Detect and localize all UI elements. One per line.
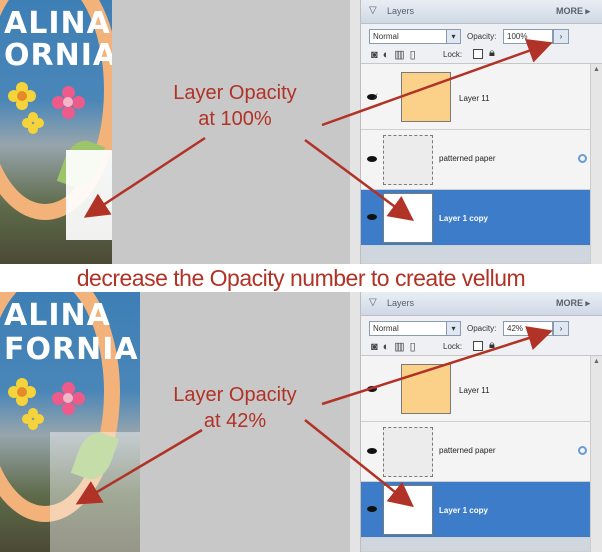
- layer-row-layer-11[interactable]: ⁄ Layer 11: [361, 64, 601, 130]
- lock-label: Lock:: [443, 342, 463, 351]
- opacity-slider-button[interactable]: ›: [553, 29, 569, 44]
- document-canvas: ALINA ORNIA: [0, 0, 360, 264]
- opacity-input[interactable]: 42%: [503, 321, 553, 336]
- gear-icon[interactable]: [578, 154, 587, 163]
- layers-panel: ▽ Layers MORE ▸ Normal ▾ Opacity: 42% › …: [360, 292, 602, 552]
- blend-mode-select[interactable]: Normal ▾: [369, 321, 461, 336]
- layers-scrollbar[interactable]: ▲: [590, 64, 602, 264]
- layer-name: Layer 1 copy: [439, 214, 488, 223]
- panel-divider: [350, 292, 360, 552]
- layer-name: Layer 11: [459, 94, 490, 103]
- opacity-annotation: Layer Opacity at 42%: [160, 382, 310, 434]
- scrap-title-line2: FORNIA: [4, 332, 139, 367]
- vellum-overlay-opaque: [66, 150, 112, 240]
- annotation-line2: at 42%: [203, 410, 267, 432]
- layer-thumbnail: [383, 427, 433, 477]
- blend-mode-value: Normal: [373, 324, 399, 333]
- layer-name: Layer 1 copy: [439, 506, 488, 515]
- layer-row-layer-1-copy[interactable]: Layer 1 copy: [361, 190, 601, 246]
- lock-label: Lock:: [443, 50, 463, 59]
- layer-tools-icons[interactable]: ◙◐▥▯: [371, 340, 421, 353]
- bottom-screenshot: ALINA FORNIA ▽ Layers MORE ▸ Normal ▾ Op…: [0, 292, 602, 552]
- layer-row-patterned-paper[interactable]: patterned paper: [361, 130, 601, 190]
- panel-divider: [350, 0, 360, 264]
- layers-controls: Normal ▾ Opacity: 42% › ◙◐▥▯ Lock: 🔒︎: [361, 316, 602, 356]
- layer-thumbnail: [401, 72, 451, 122]
- more-menu-button[interactable]: MORE ▸: [556, 298, 590, 309]
- layers-panel-header: ▽ Layers MORE ▸: [361, 0, 602, 24]
- opacity-label: Opacity:: [467, 32, 497, 41]
- link-icon[interactable]: ⁄: [375, 384, 377, 394]
- eye-icon[interactable]: [367, 214, 377, 220]
- annotation-line2: at 100%: [198, 108, 272, 130]
- top-screenshot: ALINA ORNIA ▽ Layers MORE ▸ Normal ▾ Opa…: [0, 0, 602, 264]
- blend-mode-value: Normal: [373, 32, 399, 41]
- layer-thumbnail: [383, 193, 433, 243]
- layer-thumbnail: [383, 135, 433, 185]
- chevron-down-icon: ▾: [446, 30, 460, 43]
- yellow-flower-small: [22, 408, 44, 430]
- layers-panel-title: Layers: [387, 6, 415, 16]
- collapse-icon[interactable]: ▽: [369, 297, 377, 308]
- collapse-icon[interactable]: ▽: [369, 5, 377, 16]
- layers-controls: Normal ▾ Opacity: 100% › ◙◐▥▯ Lock: 🔒︎: [361, 24, 602, 64]
- eye-icon[interactable]: [367, 506, 377, 512]
- yellow-flower-small: [22, 112, 44, 134]
- scrapbook-page-preview: ALINA FORNIA: [0, 292, 140, 552]
- layers-panel: ▽ Layers MORE ▸ Normal ▾ Opacity: 100% ›…: [360, 0, 602, 264]
- layer-row-patterned-paper[interactable]: patterned paper: [361, 422, 601, 482]
- scrap-title-line1: ALINA: [4, 6, 111, 41]
- gear-icon[interactable]: [578, 446, 587, 455]
- yellow-flower: [8, 378, 36, 406]
- scroll-up-icon[interactable]: ▲: [593, 358, 600, 365]
- opacity-label: Opacity:: [467, 324, 497, 333]
- chevron-down-icon: ▾: [446, 322, 460, 335]
- layer-row-layer-1-copy[interactable]: Layer 1 copy: [361, 482, 601, 538]
- layers-panel-header: ▽ Layers MORE ▸: [361, 292, 602, 316]
- annotation-line1: Layer Opacity: [173, 82, 297, 104]
- eye-icon[interactable]: [367, 448, 377, 454]
- layer-name: patterned paper: [439, 446, 496, 455]
- opacity-slider-button[interactable]: ›: [553, 321, 569, 336]
- layer-row-partial[interactable]: [361, 538, 601, 552]
- scroll-up-icon[interactable]: ▲: [593, 66, 600, 73]
- layer-tools-icons[interactable]: ◙◐▥▯: [371, 48, 421, 61]
- opacity-input[interactable]: 100%: [503, 29, 553, 44]
- layer-name: Layer 11: [459, 386, 490, 395]
- more-menu-button[interactable]: MORE ▸: [556, 6, 590, 17]
- lock-icon[interactable]: 🔒︎: [489, 339, 495, 352]
- lock-transparency-checkbox[interactable]: [473, 49, 483, 59]
- scrap-title-line1: ALINA: [4, 298, 111, 333]
- link-icon[interactable]: ⁄: [375, 92, 377, 102]
- layer-row-partial[interactable]: [361, 246, 601, 264]
- layers-panel-title: Layers: [387, 298, 415, 308]
- vellum-overlay-translucent: [50, 432, 140, 552]
- layer-name: patterned paper: [439, 154, 496, 163]
- layer-thumbnail: [401, 364, 451, 414]
- lock-transparency-checkbox[interactable]: [473, 341, 483, 351]
- yellow-flower: [8, 82, 36, 110]
- layer-row-layer-11[interactable]: ⁄ Layer 11: [361, 356, 601, 422]
- scrap-title-line2: ORNIA: [4, 38, 112, 73]
- layers-scrollbar[interactable]: ▲: [590, 356, 602, 552]
- lock-icon[interactable]: 🔒︎: [489, 47, 495, 60]
- blend-mode-select[interactable]: Normal ▾: [369, 29, 461, 44]
- layer-thumbnail: [383, 485, 433, 535]
- eye-icon[interactable]: [367, 156, 377, 162]
- instruction-caption: decrease the Opacity number to create ve…: [0, 264, 602, 292]
- opacity-annotation: Layer Opacity at 100%: [160, 80, 310, 132]
- annotation-line1: Layer Opacity: [173, 384, 297, 406]
- pink-flower: [52, 382, 85, 415]
- pink-flower: [52, 86, 85, 119]
- scrapbook-page-preview: ALINA ORNIA: [0, 0, 112, 264]
